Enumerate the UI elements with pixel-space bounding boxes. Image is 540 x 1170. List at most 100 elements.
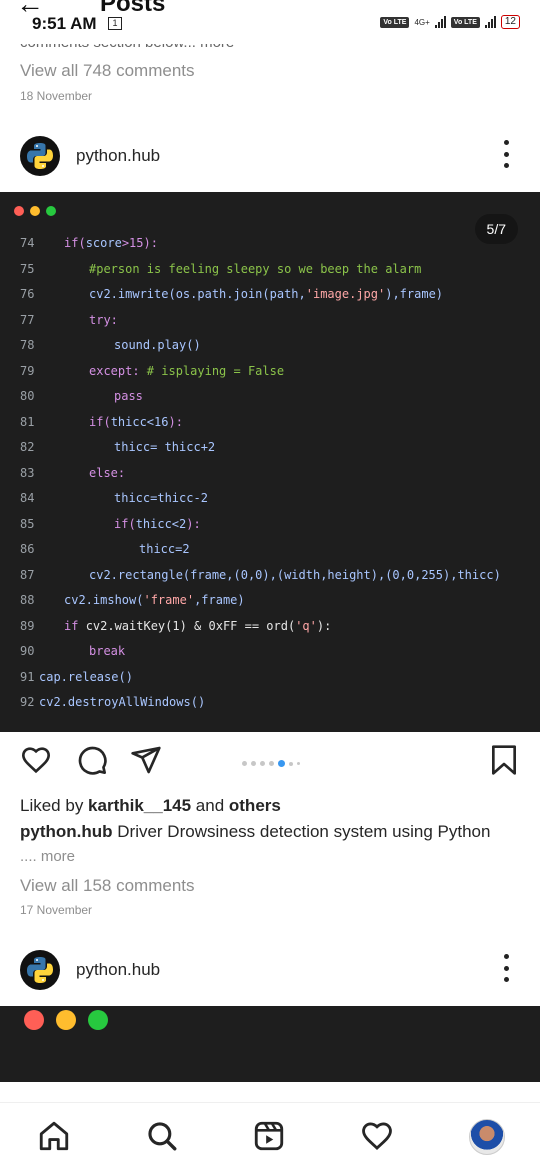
network-label: 4G+ xyxy=(414,17,430,27)
close-dot-icon xyxy=(24,1010,44,1030)
code-line: 83 else: xyxy=(0,466,540,491)
code-token: 'q' xyxy=(295,618,317,633)
post-author[interactable]: python.hub xyxy=(76,146,160,166)
liked-by-others[interactable]: others xyxy=(229,796,281,815)
line-number: 92 xyxy=(20,695,35,709)
home-icon[interactable] xyxy=(37,1119,71,1153)
liked-by-user[interactable]: karthik__145 xyxy=(88,796,191,815)
like-heart-icon[interactable] xyxy=(20,744,52,776)
minimize-dot-icon xyxy=(56,1010,76,1030)
search-icon[interactable] xyxy=(145,1119,179,1153)
code-text: cv2.rectangle(frame,(0,0),(width,height)… xyxy=(89,568,501,582)
battery-icon: 12 xyxy=(500,15,520,29)
code-text: cv2.imshow('frame',frame) xyxy=(64,593,245,607)
caption-more-link[interactable]: .... more xyxy=(20,848,75,865)
view-all-comments-link[interactable]: View all 158 comments xyxy=(20,876,195,896)
notification-count: 1 xyxy=(108,17,122,30)
window-controls xyxy=(14,206,56,216)
code-token: ): xyxy=(316,618,332,633)
post-author[interactable]: python.hub xyxy=(76,960,160,980)
code-token: ): xyxy=(186,516,201,531)
code-line: 80 pass xyxy=(0,389,540,414)
code-line: 75 #person is feeling sleepy so we beep t… xyxy=(0,262,540,287)
code-text: thicc=thicc-2 xyxy=(114,491,208,505)
post-image-code-partial[interactable] xyxy=(0,1006,540,1082)
code-line: 78 sound.play() xyxy=(0,338,540,363)
code-token: ),frame) xyxy=(385,287,444,301)
line-number: 88 xyxy=(20,593,35,607)
code-text: except: # isplaying = False xyxy=(89,364,284,378)
save-bookmark-icon[interactable] xyxy=(490,744,518,776)
code-line: 76 cv2.imwrite(os.path.join(path,'image.j… xyxy=(0,287,540,312)
code-token: cv2.imshow( xyxy=(64,593,144,607)
code-token: pass xyxy=(114,389,143,403)
code-line: 90 break xyxy=(0,644,540,669)
code-token: thicc<16 xyxy=(110,414,169,429)
code-text: cv2.destroyAllWindows() xyxy=(39,695,205,709)
page-title: Posts xyxy=(100,0,166,17)
post-image-code[interactable]: 5/7 74 if(score>15): 75 #person is feeling … xyxy=(0,192,540,732)
code-line: 82 thicc= thicc+2 xyxy=(0,440,540,465)
status-indicators: Vo LTE 4G+ Vo LTE 12 xyxy=(380,15,520,29)
activity-heart-icon[interactable] xyxy=(360,1119,394,1153)
more-options-icon[interactable] xyxy=(504,954,510,982)
code-token: sound.play() xyxy=(114,338,201,352)
volte-icon: Vo LTE xyxy=(450,16,480,28)
code-token: if xyxy=(64,618,86,633)
bottom-navigation xyxy=(0,1102,540,1170)
line-number: 83 xyxy=(20,465,35,480)
code-line: 81 if(thicc<16): xyxy=(0,415,540,440)
code-token: cv2.destroyAllWindows() xyxy=(39,695,206,709)
python-logo-avatar[interactable] xyxy=(20,950,60,990)
volte-icon: Vo LTE xyxy=(380,16,410,28)
code-token: if( xyxy=(114,516,136,531)
caption-author[interactable]: python.hub xyxy=(20,822,113,841)
code-token: ,frame) xyxy=(194,593,245,607)
code-line: 91 cap.release() xyxy=(0,670,540,695)
code-token: if( xyxy=(89,414,111,429)
code-text: thicc=2 xyxy=(139,542,190,556)
code-line: 92 cv2.destroyAllWindows() xyxy=(0,695,540,720)
line-number: 82 xyxy=(20,440,35,454)
code-text: break xyxy=(89,644,125,658)
code-token: thicc=thicc-2 xyxy=(114,491,208,505)
python-logo-avatar[interactable] xyxy=(20,136,60,176)
code-line: 77 try: xyxy=(0,313,540,338)
more-options-icon[interactable] xyxy=(504,140,510,168)
code-text: if(thicc<2): xyxy=(114,517,201,531)
code-text: cap.release() xyxy=(39,670,133,684)
likes-summary[interactable]: Liked by karthik__145 and others xyxy=(20,796,281,816)
line-number: 91 xyxy=(20,669,35,684)
maximize-dot-icon xyxy=(88,1010,108,1030)
code-token: #person is feeling sleepy so we beep the… xyxy=(89,261,422,276)
code-line: 86 thicc=2 xyxy=(0,542,540,567)
reels-icon[interactable] xyxy=(252,1119,286,1153)
code-text: if cv2.waitKey(1) & 0xFF == ord('q'): xyxy=(64,619,331,633)
code-line: 84 thicc=thicc-2 xyxy=(0,491,540,516)
line-number: 86 xyxy=(20,542,35,556)
code-text: cv2.imwrite(os.path.join(path,'image.jpg… xyxy=(89,287,443,301)
line-number: 81 xyxy=(20,414,35,429)
share-send-icon[interactable] xyxy=(130,744,162,776)
comment-icon[interactable] xyxy=(76,744,108,776)
code-token: if( xyxy=(64,236,86,250)
code-token: cap.release() xyxy=(39,669,133,684)
profile-avatar[interactable] xyxy=(469,1119,505,1155)
line-number: 80 xyxy=(20,389,35,403)
code-token: thicc=2 xyxy=(139,542,190,556)
view-all-comments-link[interactable]: View all 748 comments xyxy=(20,61,195,81)
caption-text: Driver Drowsiness detection system using… xyxy=(112,822,491,841)
minimize-dot-icon xyxy=(30,206,40,216)
likes-prefix: Liked by xyxy=(20,796,89,815)
code-token: 'frame' xyxy=(143,593,195,607)
status-time: 9:51 AM xyxy=(32,14,97,33)
code-token: cv2.waitKey(1) & 0xFF == ord( xyxy=(85,618,296,633)
code-text: thicc= thicc+2 xyxy=(114,440,215,454)
code-line: 79 except: # isplaying = False xyxy=(0,364,540,389)
signal-icon xyxy=(434,16,446,28)
close-dot-icon xyxy=(14,206,24,216)
code-line: 74 if(score>15): xyxy=(0,236,540,261)
likes-and: and xyxy=(191,796,229,815)
code-token: thicc= thicc+2 xyxy=(114,440,216,454)
code-token: ): xyxy=(168,414,183,429)
